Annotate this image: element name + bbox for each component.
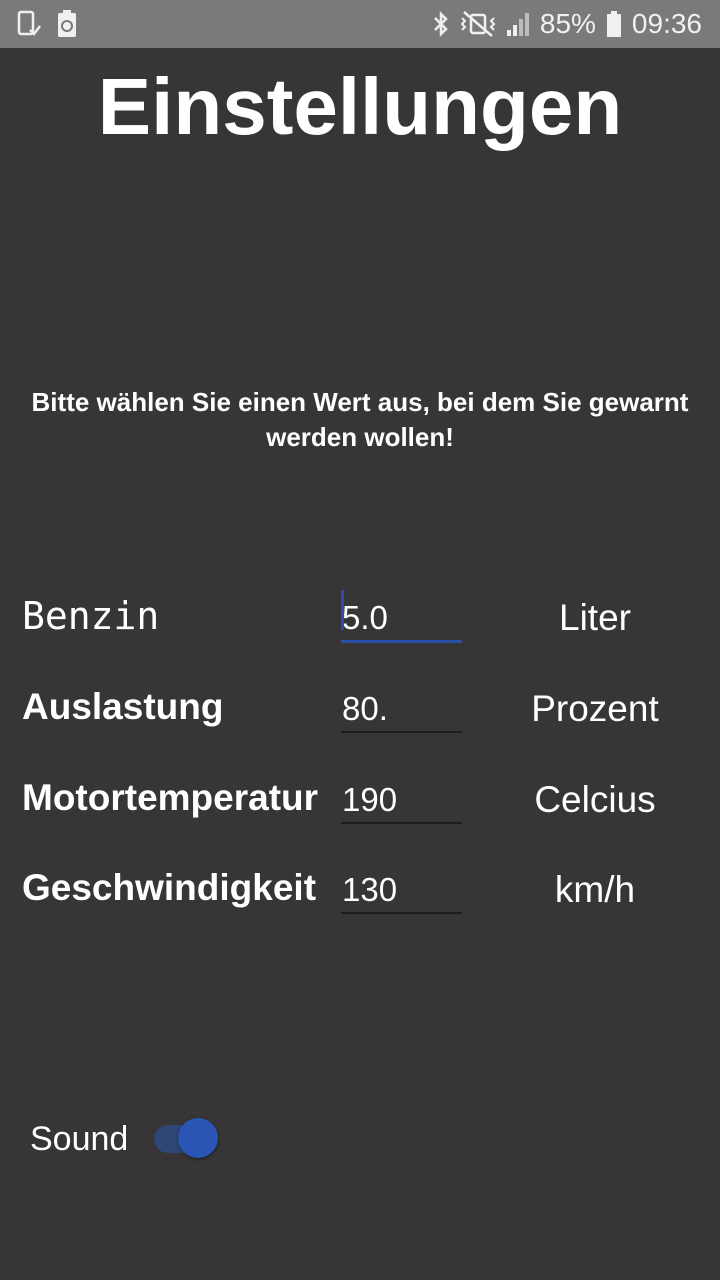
status-bar: 85% 09:36	[0, 0, 720, 48]
setting-row-geschwindigkeit: Geschwindigkeit km/h	[0, 858, 720, 918]
setting-row-motortemperatur: Motortemperatur Celcius	[0, 768, 720, 828]
instruction-text: Bitte wählen Sie einen Wert aus, bei dem…	[31, 387, 689, 452]
setting-row-auslastung: Auslastung Prozent	[0, 677, 720, 737]
setting-row-benzin: Benzin Liter	[0, 586, 720, 646]
setting-label-benzin: Benzin	[22, 594, 160, 638]
setting-unit-geschwindigkeit: km/h	[554, 869, 636, 910]
status-left-icons	[16, 10, 78, 38]
screen-check-icon	[16, 10, 42, 38]
battery-percent: 85%	[539, 8, 596, 39]
settings-screen: 85% 09:36 Einstellungen Bitte wählen Sie…	[0, 0, 720, 1280]
sound-toggle[interactable]	[152, 1118, 220, 1160]
setting-unit-auslastung: Prozent	[531, 688, 659, 729]
page-title: Einstellungen	[97, 62, 623, 151]
status-right-icons: 85% 09:36	[432, 6, 702, 42]
signal-icon	[506, 10, 530, 38]
setting-unit-motortemperatur: Celcius	[534, 779, 656, 820]
bluetooth-icon	[432, 10, 450, 38]
text-caret	[341, 590, 344, 630]
setting-label-geschwindigkeit: Geschwindigkeit	[22, 867, 317, 908]
sound-label: Sound	[30, 1120, 129, 1158]
recycle-battery-icon	[56, 10, 78, 38]
motortemperatur-input[interactable]	[341, 778, 462, 824]
clock: 09:36	[631, 8, 702, 39]
vibrate-mute-icon	[460, 10, 496, 38]
sound-toggle-thumb[interactable]	[178, 1118, 218, 1158]
geschwindigkeit-input[interactable]	[341, 868, 462, 914]
auslastung-input[interactable]	[341, 687, 462, 733]
benzin-input[interactable]	[341, 596, 462, 643]
setting-label-motortemperatur: Motortemperatur	[22, 777, 319, 818]
battery-icon	[606, 10, 622, 38]
setting-label-auslastung: Auslastung	[22, 686, 224, 727]
setting-unit-benzin: Liter	[559, 597, 631, 638]
